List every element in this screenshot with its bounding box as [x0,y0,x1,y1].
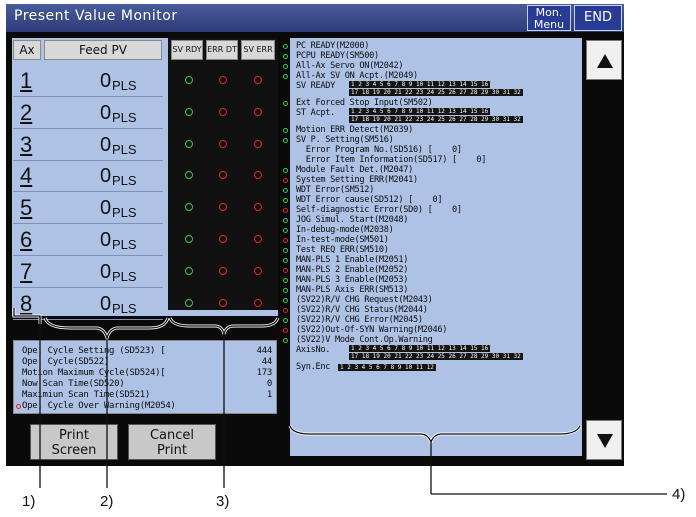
callout-1: 1) [22,493,36,510]
callout-lines [12,308,667,495]
callout-3: 3) [216,493,230,510]
callout-2: 2) [100,493,114,510]
callout-4: 4) [672,486,686,503]
